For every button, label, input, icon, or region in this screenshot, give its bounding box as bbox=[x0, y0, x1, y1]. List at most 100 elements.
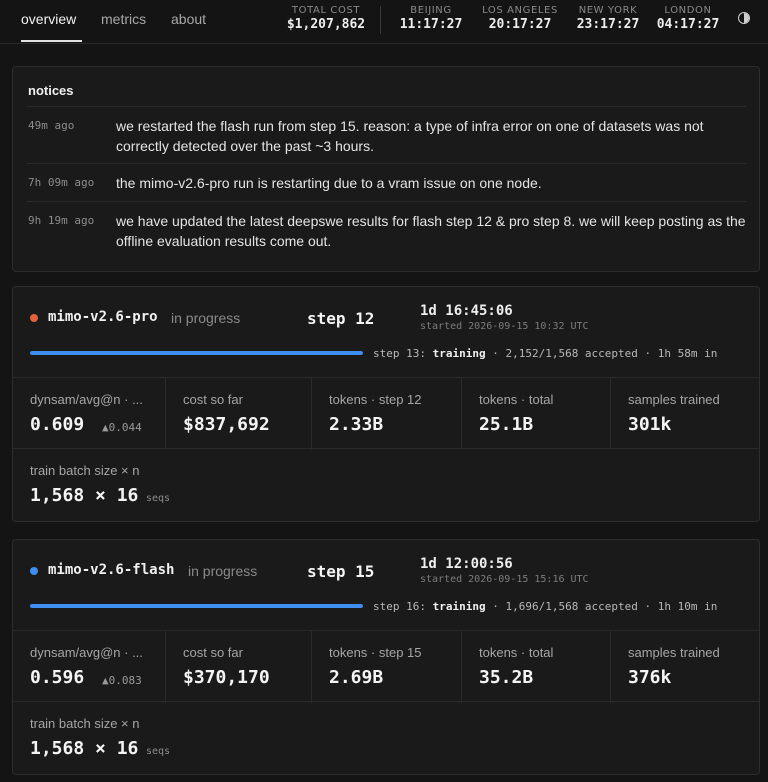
notice-time: 49m ago bbox=[28, 119, 75, 132]
run-card-pro: mimo-v2.6-pro in progress step 12 1d 16:… bbox=[12, 286, 760, 522]
metric-label: tokens · total bbox=[479, 645, 554, 660]
batch-label: train batch size × n bbox=[30, 716, 140, 731]
metric-value: $837,692 bbox=[183, 414, 270, 435]
clock-time: 20:17:27 bbox=[488, 17, 552, 32]
total-cost-stat: TOTAL COST $1,207,862 bbox=[280, 5, 372, 32]
top-bar: overview metrics about TOTAL COST $1,207… bbox=[0, 0, 768, 44]
tab-about[interactable]: about bbox=[171, 11, 206, 27]
metric-samples: samples trained 376k bbox=[611, 631, 759, 703]
notice-item: 49m ago we restarted the flash run from … bbox=[27, 106, 746, 163]
progress-detail: · 1,696/1,568 accepted · 1h 10m in bbox=[492, 600, 718, 613]
clock-beijing: BEIJING 11:17:27 bbox=[395, 5, 467, 32]
batch-size: train batch size × n 1,568 × 16 seqs bbox=[13, 449, 759, 521]
clock-label: LOS ANGELES bbox=[482, 5, 558, 16]
progress-bar bbox=[30, 351, 363, 355]
batch-unit: seqs bbox=[146, 746, 171, 757]
tab-overview[interactable]: overview bbox=[21, 11, 76, 27]
metric-tokens-step: tokens · step 12 2.33B bbox=[312, 378, 462, 450]
run-duration: 1d 16:45:06 bbox=[420, 303, 513, 319]
header-divider bbox=[380, 6, 381, 34]
progress-step: step 16: bbox=[373, 600, 426, 613]
batch-unit: seqs bbox=[146, 493, 171, 504]
notice-text: we have updated the latest deepswe resul… bbox=[116, 213, 746, 249]
notice-text: we restarted the flash run from step 15.… bbox=[116, 118, 704, 154]
metric-tokens-total: tokens · total 25.1B bbox=[462, 378, 611, 450]
run-step: step 15 bbox=[307, 562, 375, 581]
progress-fill bbox=[30, 604, 363, 608]
progress-text: step 13: training · 2,152/1,568 accepted… bbox=[373, 347, 717, 360]
run-card-flash: mimo-v2.6-flash in progress step 15 1d 1… bbox=[12, 539, 760, 775]
batch-label: train batch size × n bbox=[30, 463, 140, 478]
metric-cost: cost so far $837,692 bbox=[166, 378, 312, 450]
run-header: mimo-v2.6-flash in progress step 15 1d 1… bbox=[13, 540, 759, 630]
metric-cost: cost so far $370,170 bbox=[166, 631, 312, 703]
notices-title: notices bbox=[28, 83, 74, 98]
metric-label: dynsam/avg@n · ... bbox=[30, 645, 143, 660]
run-started: started 2026-09-15 10:32 UTC bbox=[420, 321, 589, 332]
metric-label: tokens · step 15 bbox=[329, 645, 422, 660]
batch-value: 1,568 × 16 bbox=[30, 738, 139, 759]
notice-time: 7h 09m ago bbox=[28, 176, 95, 189]
clock-label: LONDON bbox=[664, 5, 712, 16]
metric-dynsam: dynsam/avg@n · ... 0.596 ▲0.083 bbox=[13, 631, 166, 703]
progress-text: step 16: training · 1,696/1,568 accepted… bbox=[373, 600, 717, 613]
metric-value: 2.33B bbox=[329, 414, 384, 435]
theme-toggle-icon[interactable] bbox=[738, 12, 750, 24]
run-duration: 1d 12:00:56 bbox=[420, 556, 513, 572]
clock-time: 11:17:27 bbox=[399, 17, 463, 32]
clock-label: BEIJING bbox=[410, 5, 452, 16]
metric-value: 376k bbox=[628, 667, 672, 688]
run-header: mimo-v2.6-pro in progress step 12 1d 16:… bbox=[13, 287, 759, 377]
metric-tokens-total: tokens · total 35.2B bbox=[462, 631, 611, 703]
metric-delta: ▲0.083 bbox=[102, 674, 142, 687]
metric-label: samples trained bbox=[628, 392, 720, 407]
batch-size: train batch size × n 1,568 × 16 seqs bbox=[13, 702, 759, 774]
clock-los-angeles: LOS ANGELES 20:17:27 bbox=[475, 5, 565, 32]
batch-value: 1,568 × 16 bbox=[30, 485, 139, 506]
notice-item: 7h 09m ago the mimo-v2.6-pro run is rest… bbox=[27, 163, 746, 201]
clock-time: 04:17:27 bbox=[656, 17, 720, 32]
metric-value: $370,170 bbox=[183, 667, 270, 688]
progress-detail: · 2,152/1,568 accepted · 1h 58m in bbox=[492, 347, 718, 360]
metric-label: cost so far bbox=[183, 392, 243, 407]
progress-step: step 13: bbox=[373, 347, 426, 360]
tab-metrics[interactable]: metrics bbox=[101, 11, 146, 27]
metric-label: samples trained bbox=[628, 645, 720, 660]
total-cost-value: $1,207,862 bbox=[286, 17, 366, 32]
metric-value: 301k bbox=[628, 414, 672, 435]
notice-item: 9h 19m ago we have updated the latest de… bbox=[27, 201, 746, 261]
metrics-row: dynsam/avg@n · ... 0.609 ▲0.044 cost so … bbox=[13, 377, 759, 450]
metric-value: 35.2B bbox=[479, 667, 534, 688]
metric-label: cost so far bbox=[183, 645, 243, 660]
progress-fill bbox=[30, 351, 363, 355]
clock-new-york: NEW YORK 23:17:27 bbox=[568, 5, 648, 32]
status-dot-icon bbox=[30, 314, 38, 322]
metric-tokens-step: tokens · step 15 2.69B bbox=[312, 631, 462, 703]
metric-value: 2.69B bbox=[329, 667, 384, 688]
run-name: mimo-v2.6-flash bbox=[48, 562, 175, 578]
run-started: started 2026-09-15 15:16 UTC bbox=[420, 574, 589, 585]
total-cost-label: TOTAL COST bbox=[291, 5, 361, 16]
metrics-row: dynsam/avg@n · ... 0.596 ▲0.083 cost so … bbox=[13, 630, 759, 703]
metric-dynsam: dynsam/avg@n · ... 0.609 ▲0.044 bbox=[13, 378, 166, 450]
run-status: in progress bbox=[188, 563, 258, 579]
progress-bar bbox=[30, 604, 363, 608]
metric-delta: ▲0.044 bbox=[102, 421, 142, 434]
notice-text: the mimo-v2.6-pro run is restarting due … bbox=[116, 175, 542, 191]
clock-label: NEW YORK bbox=[578, 5, 638, 16]
run-name: mimo-v2.6-pro bbox=[48, 309, 158, 325]
status-dot-icon bbox=[30, 567, 38, 575]
notice-time: 9h 19m ago bbox=[28, 214, 95, 227]
metric-label: tokens · step 12 bbox=[329, 392, 422, 407]
metric-samples: samples trained 301k bbox=[611, 378, 759, 450]
metric-value: 25.1B bbox=[479, 414, 534, 435]
metric-value: 0.596 bbox=[30, 667, 85, 688]
notices-panel: notices 49m ago we restarted the flash r… bbox=[12, 66, 760, 272]
active-tab-indicator bbox=[21, 40, 82, 42]
run-status: in progress bbox=[171, 310, 241, 326]
metric-label: tokens · total bbox=[479, 392, 554, 407]
metric-label: dynsam/avg@n · ... bbox=[30, 392, 143, 407]
clock-london: LONDON 04:17:27 bbox=[652, 5, 724, 32]
metric-value: 0.609 bbox=[30, 414, 85, 435]
run-step: step 12 bbox=[307, 309, 375, 328]
